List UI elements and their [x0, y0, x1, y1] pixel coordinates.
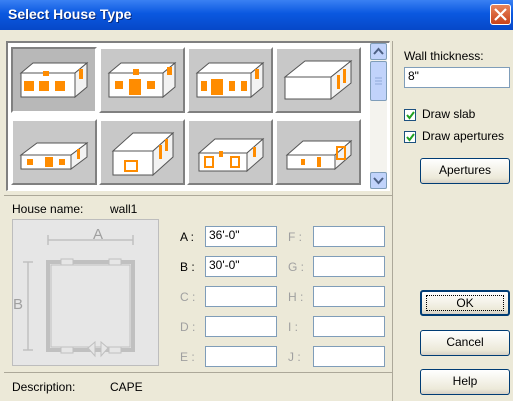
scroll-down-button[interactable] — [370, 172, 387, 189]
house-type-thumb-1[interactable] — [11, 47, 97, 113]
draw-slab-label: Draw slab — [422, 107, 476, 121]
house-3d-icon — [197, 137, 265, 173]
help-button[interactable]: Help — [420, 369, 510, 395]
grip-icon — [375, 77, 382, 85]
divider — [4, 195, 392, 196]
checkmark-icon — [406, 133, 415, 142]
house-preview: A B — [12, 219, 159, 366]
title-bar: Select House Type — [0, 0, 513, 30]
dim-j-label: J : — [288, 350, 301, 364]
house-3d-icon — [283, 59, 353, 101]
dim-e-input[interactable] — [205, 346, 277, 367]
house-3d-icon — [195, 61, 265, 99]
dim-d-label: D : — [180, 320, 196, 334]
dim-e-label: E : — [180, 350, 195, 364]
draw-slab-checkbox[interactable] — [404, 109, 416, 121]
dim-b-label: B : — [180, 260, 195, 274]
dim-i-input[interactable] — [313, 316, 385, 337]
dim-f-label: F : — [288, 230, 302, 244]
scroll-thumb[interactable] — [370, 61, 387, 101]
scroll-up-button[interactable] — [370, 43, 387, 60]
dim-g-label: G : — [288, 260, 305, 274]
description-label: Description: — [12, 380, 76, 394]
divider — [4, 372, 392, 373]
apertures-button[interactable]: Apertures — [420, 158, 510, 184]
close-button[interactable] — [490, 4, 511, 25]
gallery-scrollbar[interactable] — [370, 43, 387, 189]
wall-thickness-input[interactable]: 8" — [404, 67, 510, 88]
apertures-button-label: Apertures — [438, 163, 492, 177]
help-button-label: Help — [452, 374, 478, 388]
preview-label-b: B — [13, 296, 24, 313]
window-title: Select House Type — [8, 6, 132, 22]
cancel-button-label: Cancel — [446, 335, 484, 349]
ok-button-label: OK — [456, 296, 474, 310]
house-3d-icon — [19, 142, 89, 170]
house-3d-icon — [285, 139, 353, 171]
dim-c-input[interactable] — [205, 286, 277, 307]
floor-plan-diagram — [23, 235, 135, 358]
house-name-value: wall1 — [110, 202, 138, 216]
dim-g-input[interactable] — [313, 256, 385, 277]
checkmark-icon — [406, 111, 415, 120]
house-3d-icon — [107, 61, 177, 99]
close-icon — [494, 8, 507, 21]
chevron-up-icon — [373, 47, 384, 55]
description-value: CAPE — [110, 380, 143, 394]
house-3d-icon — [19, 61, 89, 99]
draw-apertures-checkbox[interactable] — [404, 131, 416, 143]
house-type-thumb-2[interactable] — [99, 47, 185, 113]
house-type-thumb-6[interactable] — [99, 119, 185, 185]
draw-apertures-label: Draw apertures — [422, 129, 505, 143]
house-type-thumb-7[interactable] — [187, 119, 273, 185]
dim-j-input[interactable] — [313, 346, 385, 367]
house-type-thumb-5[interactable] — [11, 119, 97, 185]
cancel-button[interactable]: Cancel — [420, 330, 510, 356]
dim-a-label: A : — [180, 230, 195, 244]
dim-d-input[interactable] — [205, 316, 277, 337]
wall-thickness-label: Wall thickness: — [404, 49, 484, 63]
ok-button[interactable]: OK — [420, 290, 510, 316]
dim-b-input[interactable]: 30'-0" — [205, 256, 277, 277]
divider — [392, 41, 393, 401]
preview-label-a: A — [93, 226, 104, 243]
dim-f-input[interactable] — [313, 226, 385, 247]
chevron-down-icon — [373, 177, 384, 185]
dim-a-input[interactable]: 36'-0" — [205, 226, 277, 247]
dim-c-label: C : — [180, 290, 196, 304]
house-type-thumb-3[interactable] — [187, 47, 273, 113]
dim-i-label: I : — [288, 320, 299, 334]
house-3d-icon — [111, 131, 175, 177]
house-type-thumb-8[interactable] — [275, 119, 361, 185]
house-type-thumb-4[interactable] — [275, 47, 361, 113]
house-name-label: House name: — [12, 202, 84, 216]
dim-h-input[interactable] — [313, 286, 385, 307]
dim-h-label: H : — [288, 290, 304, 304]
